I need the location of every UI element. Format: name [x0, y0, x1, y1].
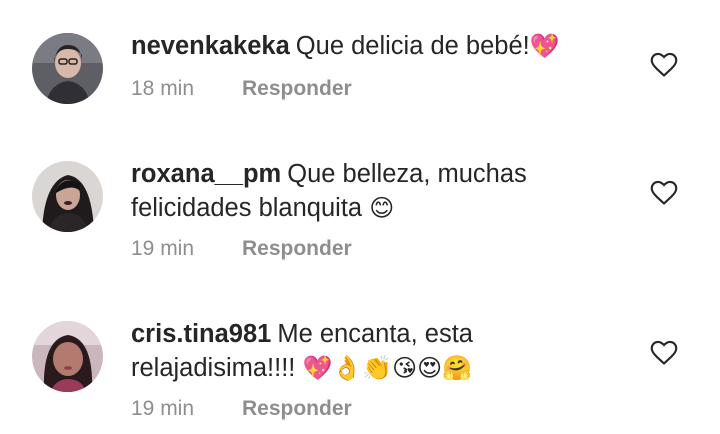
comment-meta: 18 min Responder [131, 77, 352, 101]
comment-username[interactable]: cris.tina981 [131, 320, 271, 348]
comment-body: Que delicia de bebé! [295, 32, 530, 60]
comment-emojis: 💖 [529, 32, 560, 60]
comment-username[interactable]: roxana__pm [131, 160, 281, 188]
comment-meta: 19 min Responder [131, 237, 352, 261]
comment-text: nevenkakeka Que delicia de bebé!💖 [131, 29, 631, 63]
avatar-image [32, 321, 103, 392]
comment-emojis: 😊 [369, 194, 395, 222]
reply-button[interactable]: Responder [242, 397, 352, 421]
comment-text: cris.tina981 Me encanta, esta relajadisim… [131, 317, 631, 385]
avatar-image [32, 161, 103, 232]
avatar[interactable] [32, 33, 103, 104]
comment-time: 19 min [131, 237, 195, 260]
heart-outline-icon[interactable] [650, 180, 678, 206]
comment-meta: 19 min Responder [131, 397, 352, 421]
comment-emojis: 💖👌👏😘😍🤗 [302, 354, 473, 382]
comment-text: roxana__pm Que belleza, muchas felicidade… [131, 157, 631, 225]
reply-button[interactable]: Responder [242, 237, 352, 261]
comment-username[interactable]: nevenkakeka [131, 32, 290, 60]
avatar[interactable] [32, 161, 103, 232]
reply-button[interactable]: Responder [242, 77, 352, 101]
heart-outline-icon[interactable] [650, 52, 678, 78]
avatar-image [32, 33, 103, 104]
heart-outline-icon[interactable] [650, 340, 678, 366]
comment-time: 18 min [131, 77, 195, 100]
comment-time: 19 min [131, 397, 195, 420]
avatar[interactable] [32, 321, 103, 392]
